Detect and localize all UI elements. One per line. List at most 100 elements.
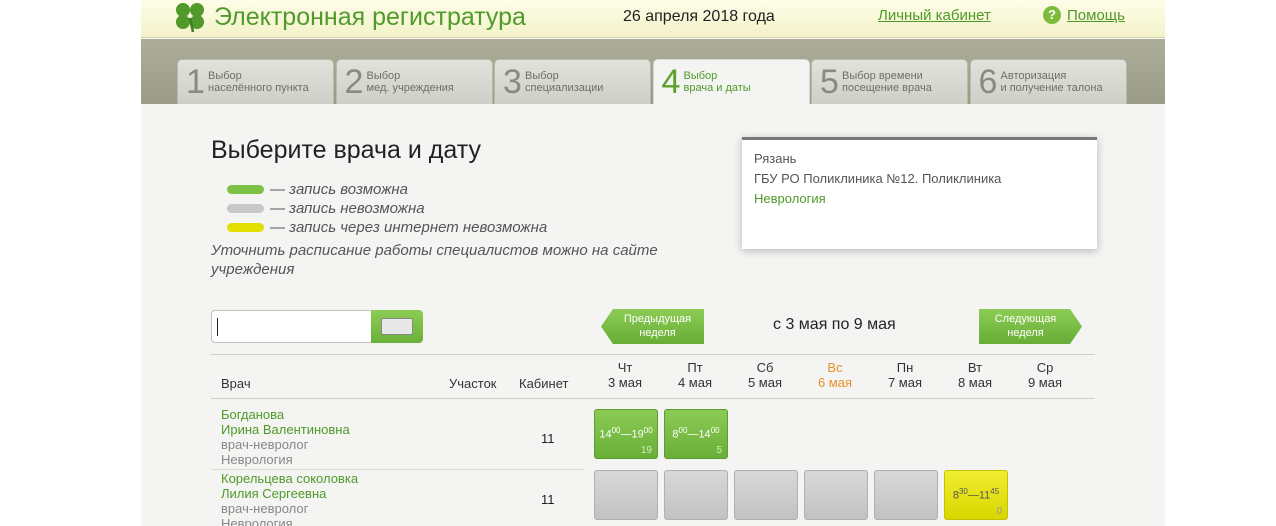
step-label-line1: Выбор времени [842, 70, 923, 82]
col-section: Участок [449, 376, 497, 391]
slot-count: 0 [996, 506, 1002, 517]
day-header: Вт 8 мая [940, 360, 1010, 390]
step-3[interactable]: 3 Выбор специализации [494, 59, 651, 104]
doctor-department: Неврология [221, 516, 293, 526]
day-header: Пт 4 мая [660, 360, 730, 390]
help-link[interactable]: ? Помощь [1043, 6, 1125, 24]
doctor-name[interactable]: Лилия Сергеевна [211, 486, 585, 501]
day-of-week: Сб [756, 360, 774, 375]
step-label-line2: и получение талона [1000, 82, 1103, 94]
previous-week-button[interactable]: Предыдущая неделя [601, 309, 704, 344]
slot-count: 19 [640, 445, 652, 456]
step-label-line2: населённого пункта [208, 82, 309, 94]
slot-count: 5 [716, 445, 722, 456]
step-label: Выбор врача и даты [684, 70, 751, 94]
step-label-line1: Авторизация [1000, 70, 1067, 82]
day-header: Ср 9 мая [1010, 360, 1080, 390]
time-slot [804, 470, 868, 520]
cabinet-number: 11 [541, 492, 555, 507]
day-of-week: Ср [1036, 360, 1054, 375]
page: Электронная регистратура 26 апреля 2018 … [141, 0, 1165, 526]
day-date: 4 мая [677, 375, 713, 390]
step-label: Выбор населённого пункта [208, 70, 309, 94]
slot-time: 800—1400 [672, 426, 720, 441]
doctor-department: Неврология [221, 452, 293, 467]
doctor-position: врач-невролог [221, 501, 309, 516]
header: Электронная регистратура 26 апреля 2018 … [141, 0, 1165, 38]
step-label-line1: Выбор [525, 70, 559, 82]
personal-cabinet-link[interactable]: Личный кабинет [878, 7, 991, 24]
step-label: Выбор времени посещение врача [842, 70, 932, 94]
step-label-line2: врача и даты [683, 82, 751, 94]
step-1[interactable]: 1 Выбор населённого пункта [177, 59, 334, 104]
text-caret [217, 318, 218, 336]
step-label: Авторизация и получение талона [1001, 70, 1103, 94]
day-date: 3 мая [607, 375, 643, 390]
legend-swatch-yellow [227, 223, 264, 232]
doctor-surname[interactable]: Корельцева соколовка [211, 470, 585, 486]
step-2[interactable]: 2 Выбор мед. учреждения [335, 59, 493, 104]
day-date: 6 мая [817, 375, 853, 390]
help-icon[interactable]: ? [1043, 6, 1061, 24]
day-of-week: Пн [896, 360, 914, 375]
day-of-week: Чт [617, 360, 633, 375]
step-label-line2: посещение врача [842, 82, 932, 94]
legend-available: — запись возможна [227, 181, 408, 198]
time-slot[interactable]: 1400—1900 19 [594, 409, 658, 459]
selection-summary: Рязань ГБУ РО Поликлиника №12. Поликлини… [742, 137, 1097, 249]
clover-icon[interactable] [171, 0, 209, 34]
day-date: 5 мая [747, 375, 783, 390]
legend-swatch-gray [227, 204, 264, 213]
doctor-search-input[interactable] [211, 310, 372, 343]
day-of-week: Вт [967, 360, 983, 375]
prev-label-2: неделя [639, 327, 676, 339]
day-of-week: Вс [827, 360, 843, 375]
day-header: Сб 5 мая [730, 360, 800, 390]
step-number: 6 [978, 63, 998, 101]
table-header: Врач Участок Кабинет Чт 3 мая Пт 4 мая Сб 5 м… [211, 354, 1095, 399]
step-label-line1: Выбор [683, 70, 718, 82]
col-cabinet: Кабинет [519, 376, 569, 391]
legend-label: — запись невозможна [270, 200, 425, 217]
virtual-keyboard-button[interactable] [371, 310, 423, 343]
next-week-button[interactable]: Следующая неделя [979, 309, 1082, 344]
steps-bar: 1 Выбор населённого пункта 2 Выбор мед. учреж… [141, 39, 1165, 104]
step-5[interactable]: 5 Выбор времени посещение врача [811, 59, 968, 104]
table-row: Корельцева соколовка Лилия Сергеевна вра… [211, 470, 585, 526]
table-row: Богданова Ирина Валентиновна врач-неврол… [211, 407, 585, 470]
day-header: Вс 6 мая [800, 360, 870, 390]
schedule-table: Врач Участок Кабинет Чт 3 мая Пт 4 мая Сб 5 м… [211, 354, 1095, 526]
header-date: 26 апреля 2018 года [623, 8, 775, 25]
time-slot[interactable]: 830—1145 0 [944, 470, 1008, 520]
doctor-position: врач-невролог [221, 437, 309, 452]
cabinet-number: 11 [541, 431, 555, 446]
step-4[interactable]: 4 Выбор врача и даты [652, 59, 810, 104]
step-number: 1 [186, 63, 205, 101]
time-slot [594, 470, 658, 520]
time-slot[interactable]: 800—1400 5 [664, 409, 728, 459]
time-slot [664, 470, 728, 520]
step-label-line2: мед. учреждения [366, 82, 454, 94]
step-label: Выбор специализации [525, 70, 603, 94]
doctor-name[interactable]: Ирина Валентиновна [211, 422, 585, 437]
next-label-1: Следующая [994, 313, 1057, 325]
step-number: 4 [661, 63, 681, 101]
step-6[interactable]: 6 Авторизация и получение талона [969, 59, 1127, 104]
next-label-2: неделя [1007, 327, 1044, 339]
step-label-line1: Выбор [208, 70, 242, 82]
slot-time: 830—1145 [952, 487, 1000, 502]
selected-city: Рязань [754, 151, 797, 166]
col-doctor: Врач [221, 376, 251, 391]
day-of-week: Пт [687, 360, 703, 375]
help-link-label[interactable]: Помощь [1067, 7, 1125, 24]
app-title[interactable]: Электронная регистратура [214, 3, 526, 32]
day-date: 9 мая [1027, 375, 1063, 390]
legend-label: — запись через интернет невозможна [270, 219, 548, 236]
day-header: Чт 3 мая [590, 360, 660, 390]
legend-swatch-green [227, 185, 264, 194]
step-number: 3 [503, 63, 522, 101]
schedule-note: Уточнить расписание работы специалистов … [211, 242, 658, 278]
doctor-surname[interactable]: Богданова [211, 407, 585, 422]
step-number: 5 [820, 63, 839, 101]
step-number: 2 [344, 63, 364, 101]
